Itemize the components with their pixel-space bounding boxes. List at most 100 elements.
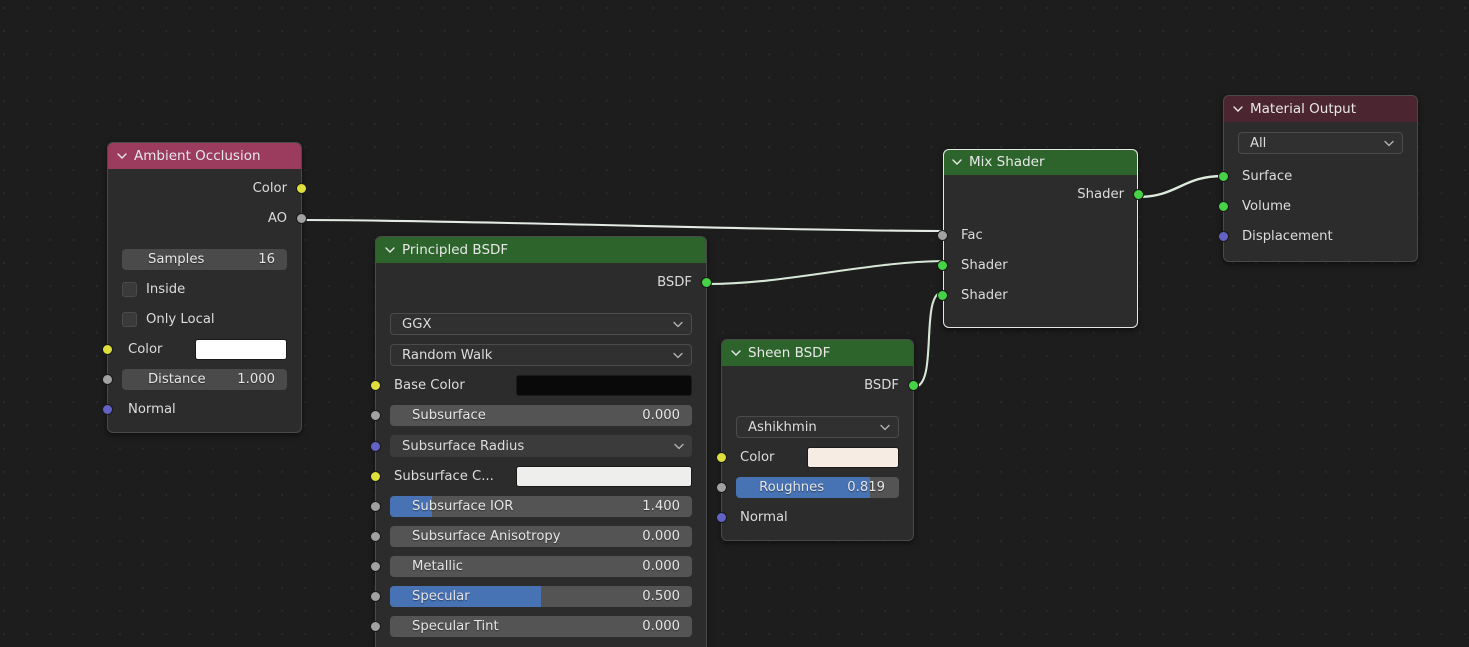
node-sheen-bsdf[interactable]: Sheen BSDF BSDF Ashikhmin Color Roughnes… bbox=[716, 339, 919, 541]
chevron-down-icon[interactable] bbox=[117, 151, 127, 161]
socket-output-bsdf[interactable] bbox=[908, 380, 919, 391]
prop-row-subsurface-anisotropy[interactable]: Subsurface Anisotropy 0.000 bbox=[370, 526, 706, 547]
socket-input-shader-1[interactable] bbox=[937, 260, 948, 271]
socket-input-normal[interactable] bbox=[716, 512, 727, 523]
chevron-down-icon[interactable] bbox=[1383, 137, 1395, 149]
socket-input-subsurface[interactable] bbox=[370, 410, 381, 421]
chevron-down-icon[interactable] bbox=[879, 421, 891, 433]
node-principled-bsdf[interactable]: Principled BSDF BSDF GGX Random Walk Bas… bbox=[370, 236, 712, 647]
prop-row-inside[interactable]: Inside bbox=[108, 279, 301, 300]
sheen-distribution-dropdown[interactable]: Ashikhmin bbox=[736, 416, 899, 438]
output-row-shader[interactable]: Shader bbox=[943, 184, 1144, 205]
base-color-swatch[interactable] bbox=[516, 375, 692, 396]
socket-input-color[interactable] bbox=[716, 452, 727, 463]
socket-input-color[interactable] bbox=[102, 344, 113, 355]
metallic-slider[interactable]: Metallic 0.000 bbox=[390, 556, 692, 577]
node-header-sheen-bsdf[interactable]: Sheen BSDF bbox=[722, 340, 913, 366]
socket-input-surface[interactable] bbox=[1218, 171, 1229, 182]
prop-row-subsurface-ior[interactable]: Subsurface IOR 1.400 bbox=[370, 496, 706, 517]
sheen-color-swatch[interactable] bbox=[807, 447, 899, 468]
socket-input-specular-tint[interactable] bbox=[370, 621, 381, 632]
output-row-ao[interactable]: AO bbox=[108, 208, 307, 229]
prop-row-subsurface-method[interactable]: Random Walk bbox=[376, 344, 706, 366]
socket-input-metallic[interactable] bbox=[370, 561, 381, 572]
node-editor-canvas[interactable]: Ambient Occlusion Color AO Samples 16 In bbox=[0, 0, 1469, 647]
input-row-surface[interactable]: Surface bbox=[1218, 166, 1417, 187]
socket-input-fac[interactable] bbox=[937, 230, 948, 241]
prop-row-distribution[interactable]: Ashikhmin bbox=[722, 416, 913, 438]
input-row-volume[interactable]: Volume bbox=[1218, 196, 1417, 217]
socket-input-subsurface-ior[interactable] bbox=[370, 501, 381, 512]
prop-row-subsurface-radius[interactable]: Subsurface Radius bbox=[370, 435, 706, 457]
socket-input-displacement[interactable] bbox=[1218, 231, 1229, 242]
specular-slider[interactable]: Specular 0.500 bbox=[390, 586, 692, 607]
inside-checkbox[interactable] bbox=[122, 282, 137, 297]
prop-row-specular-tint[interactable]: Specular Tint 0.000 bbox=[370, 616, 706, 637]
node-header-principled-bsdf[interactable]: Principled BSDF bbox=[376, 237, 706, 263]
node-material-output[interactable]: Material Output All Surface Volume Displ… bbox=[1218, 95, 1418, 262]
specular-tint-slider[interactable]: Specular Tint 0.000 bbox=[390, 616, 692, 637]
prop-row-metallic[interactable]: Metallic 0.000 bbox=[370, 556, 706, 577]
subsurface-radius-dropdown[interactable]: Subsurface Radius bbox=[390, 435, 692, 457]
node-header-ambient-occlusion[interactable]: Ambient Occlusion bbox=[108, 143, 301, 169]
prop-row-base-color[interactable]: Base Color bbox=[370, 375, 706, 396]
prop-row-samples[interactable]: Samples 16 bbox=[108, 249, 301, 270]
socket-input-subsurface-radius[interactable] bbox=[370, 441, 381, 452]
input-row-shader-1[interactable]: Shader bbox=[937, 255, 1138, 276]
socket-output-bsdf[interactable] bbox=[701, 277, 712, 288]
subsurface-color-swatch[interactable] bbox=[516, 466, 692, 487]
socket-input-roughness[interactable] bbox=[716, 482, 727, 493]
socket-output-shader[interactable] bbox=[1133, 189, 1144, 200]
chevron-down-icon[interactable] bbox=[731, 348, 741, 358]
prop-row-only-local[interactable]: Only Local bbox=[108, 309, 301, 330]
node-ambient-occlusion[interactable]: Ambient Occlusion Color AO Samples 16 In bbox=[102, 142, 307, 433]
subsurface-anisotropy-slider[interactable]: Subsurface Anisotropy 0.000 bbox=[390, 526, 692, 547]
node-mix-shader[interactable]: Mix Shader Shader Fac Shader Shader bbox=[937, 149, 1144, 328]
socket-output-color[interactable] bbox=[296, 183, 307, 194]
sheen-roughness-slider[interactable]: Roughnes 0.819 bbox=[736, 477, 899, 498]
output-row-bsdf[interactable]: BSDF bbox=[376, 272, 712, 293]
prop-row-color[interactable]: Color bbox=[716, 447, 913, 468]
node-header-material-output[interactable]: Material Output bbox=[1224, 96, 1417, 122]
socket-input-shader-2[interactable] bbox=[937, 290, 948, 301]
chevron-down-icon[interactable] bbox=[952, 157, 962, 167]
only-local-checkbox[interactable] bbox=[122, 312, 137, 327]
prop-row-color[interactable]: Color bbox=[102, 339, 301, 360]
color-swatch[interactable] bbox=[195, 339, 287, 360]
chevron-down-icon[interactable] bbox=[672, 349, 684, 361]
prop-row-target[interactable]: All bbox=[1224, 132, 1417, 154]
socket-input-volume[interactable] bbox=[1218, 201, 1229, 212]
prop-row-specular[interactable]: Specular 0.500 bbox=[370, 586, 706, 607]
socket-input-specular[interactable] bbox=[370, 591, 381, 602]
prop-row-distribution[interactable]: GGX bbox=[376, 313, 706, 335]
subsurface-method-dropdown[interactable]: Random Walk bbox=[390, 344, 692, 366]
socket-input-distance[interactable] bbox=[102, 374, 113, 385]
distance-number-field[interactable]: Distance 1.000 bbox=[122, 369, 287, 390]
chevron-down-icon[interactable] bbox=[1233, 104, 1243, 114]
chevron-down-icon[interactable] bbox=[385, 245, 395, 255]
input-row-fac[interactable]: Fac bbox=[937, 225, 1138, 246]
prop-row-normal[interactable]: Normal bbox=[102, 399, 301, 420]
samples-number-field[interactable]: Samples 16 bbox=[122, 249, 287, 270]
prop-row-distance[interactable]: Distance 1.000 bbox=[102, 369, 301, 390]
node-header-mix-shader[interactable]: Mix Shader bbox=[943, 149, 1138, 175]
socket-input-base-color[interactable] bbox=[370, 380, 381, 391]
distribution-dropdown[interactable]: GGX bbox=[390, 313, 692, 335]
input-row-shader-2[interactable]: Shader bbox=[937, 285, 1138, 306]
prop-row-normal[interactable]: Normal bbox=[716, 507, 913, 528]
chevron-down-icon[interactable] bbox=[672, 318, 684, 330]
target-dropdown[interactable]: All bbox=[1238, 132, 1403, 154]
socket-input-subsurface-anisotropy[interactable] bbox=[370, 531, 381, 542]
output-row-bsdf[interactable]: BSDF bbox=[722, 375, 919, 396]
input-row-displacement[interactable]: Displacement bbox=[1218, 226, 1417, 247]
prop-row-roughness[interactable]: Roughnes 0.819 bbox=[716, 477, 913, 498]
subsurface-slider[interactable]: Subsurface 0.000 bbox=[390, 405, 692, 426]
prop-row-subsurface-color[interactable]: Subsurface C... bbox=[370, 466, 706, 487]
socket-input-subsurface-color[interactable] bbox=[370, 471, 381, 482]
socket-output-ao[interactable] bbox=[296, 213, 307, 224]
chevron-down-icon[interactable] bbox=[673, 440, 685, 452]
socket-input-normal[interactable] bbox=[102, 404, 113, 415]
prop-row-subsurface[interactable]: Subsurface 0.000 bbox=[370, 405, 706, 426]
output-row-color[interactable]: Color bbox=[108, 178, 307, 199]
subsurface-ior-slider[interactable]: Subsurface IOR 1.400 bbox=[390, 496, 692, 517]
